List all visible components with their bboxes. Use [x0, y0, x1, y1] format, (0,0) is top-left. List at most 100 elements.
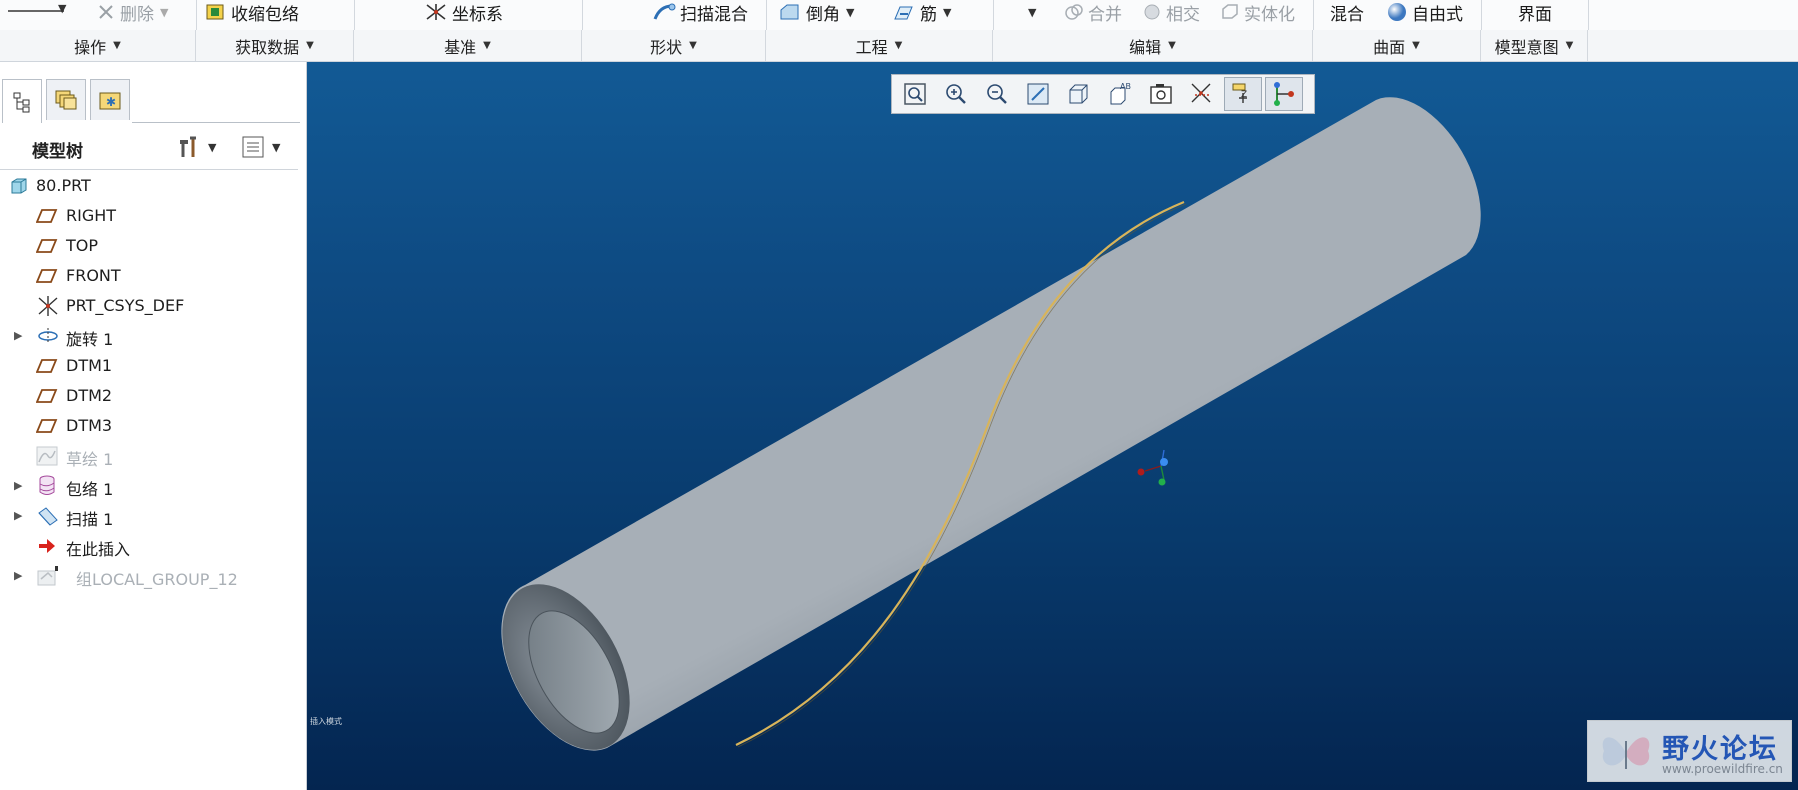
group-get-data[interactable]: 获取数据 ▼	[196, 30, 354, 61]
swept-blend-icon	[653, 3, 676, 20]
tree-item-label: 80.PRT	[36, 176, 91, 195]
display-style-button[interactable]	[1060, 77, 1098, 111]
group-label: 工程	[855, 37, 888, 57]
view-manager-icon	[1150, 84, 1172, 104]
tree-item-label: FRONT	[66, 266, 121, 285]
spin-center-icon: Z	[1232, 83, 1247, 103]
svg-text:AB: AB	[1120, 82, 1131, 91]
chamfer-icon	[780, 4, 799, 20]
blend-button[interactable]: 混合	[1330, 0, 1364, 25]
expand-arrow-icon[interactable]: ▶	[14, 329, 22, 342]
datum-display-button[interactable]	[1183, 77, 1221, 111]
svg-text:Z: Z	[1241, 90, 1247, 100]
tree-item-wrap[interactable]: ▶ 包络 1	[0, 472, 300, 500]
merge-button[interactable]: 合并	[1064, 0, 1122, 25]
sweep-icon	[36, 506, 58, 526]
delete-label: 删除	[120, 4, 154, 25]
datum-plane-icon	[36, 386, 58, 406]
ribbon-group-bar: 操作 ▼ 获取数据 ▼ 基准 ▼ 形状 ▼ 工程 ▼ 编辑 ▼ 曲面 ▼ 模型意图 ▼	[0, 30, 1798, 62]
expand-arrow-icon[interactable]: ▶	[14, 509, 22, 522]
group-engineering[interactable]: 工程 ▼	[766, 30, 993, 61]
tree-item-label: 包络 1	[66, 480, 114, 499]
chamfer-button[interactable]: 倒角 ▼	[778, 0, 854, 25]
saved-orientations-button[interactable]: AB	[1101, 77, 1139, 111]
spin-center-button[interactable]: Z	[1224, 77, 1262, 111]
merge-label: 合并	[1088, 4, 1122, 25]
intersect-button[interactable]: 相交	[1142, 0, 1200, 25]
group-label: 模型意图	[1494, 37, 1559, 57]
swept-blend-button[interactable]: 扫描混合	[652, 0, 748, 25]
wrap-icon	[36, 475, 58, 496]
interface-label: 界面	[1518, 4, 1552, 25]
repaint-icon	[1027, 83, 1049, 105]
coordinate-system-icon	[426, 4, 446, 20]
view-manager-button[interactable]	[1142, 77, 1180, 111]
freestyle-button[interactable]: 自由式	[1386, 0, 1463, 25]
operations-menu-button[interactable]: ▼	[8, 0, 66, 24]
tree-item-root[interactable]: 80.PRT	[0, 172, 300, 200]
zoom-in-icon	[946, 84, 966, 104]
dropdown-arrow-icon: ▼	[894, 40, 903, 51]
layers-icon	[55, 90, 77, 110]
interface-button[interactable]: 界面	[1518, 0, 1552, 25]
layers-tab[interactable]	[46, 79, 86, 120]
dropdown-arrow-icon: ▼	[208, 140, 217, 154]
saved-orientations-icon: AB	[1110, 82, 1131, 105]
tree-item-right[interactable]: RIGHT	[0, 202, 300, 230]
tree-item-sketch[interactable]: 草绘 1	[0, 442, 300, 470]
dropdown-arrow-icon: ▼	[1168, 40, 1176, 51]
tree-item-revolve[interactable]: ▶ 旋转 1	[0, 322, 300, 350]
annotation-display-button[interactable]	[1265, 77, 1303, 111]
coordinate-system-button[interactable]: 坐标系	[424, 0, 503, 25]
expand-arrow-icon[interactable]: ▶	[14, 569, 22, 582]
expand-arrow-icon[interactable]: ▶	[14, 479, 22, 492]
zoom-out-button[interactable]	[978, 77, 1016, 111]
show-list-icon	[242, 136, 264, 158]
repaint-button[interactable]	[1019, 77, 1057, 111]
tree-item-dtm1[interactable]: DTM1	[0, 352, 300, 380]
tree-settings-button[interactable]: ▼	[176, 133, 216, 161]
tree-item-label: 组LOCAL_GROUP_12	[76, 570, 238, 589]
group-datum[interactable]: 基准 ▼	[354, 30, 582, 61]
model-tree-tab[interactable]	[2, 79, 42, 123]
tree-item-top[interactable]: TOP	[0, 232, 300, 260]
zoom-in-button[interactable]	[937, 77, 975, 111]
group-model-intent[interactable]: 模型意图 ▼	[1481, 30, 1588, 61]
group-operations[interactable]: 操作 ▼	[0, 30, 196, 61]
intersect-label: 相交	[1166, 4, 1200, 25]
zoom-out-icon	[987, 84, 1007, 104]
group-shapes[interactable]: 形状 ▼	[582, 30, 766, 61]
datum-plane-icon	[36, 266, 58, 286]
refit-button[interactable]	[896, 77, 934, 111]
tree-item-label: DTM3	[66, 416, 113, 435]
tree-item-label: TOP	[66, 236, 99, 255]
tree-display-button[interactable]: ▼	[240, 133, 280, 161]
spin-center-triad-icon	[1137, 449, 1168, 486]
sketch-icon	[36, 446, 58, 466]
group-icon	[36, 566, 58, 586]
tree-item-sweep[interactable]: ▶ 扫描 1	[0, 502, 300, 530]
tube-model[interactable]	[307, 62, 1798, 790]
tree-item-csys[interactable]: PRT_CSYS_DEF	[0, 292, 300, 320]
graphics-viewport[interactable]: AB Z 插入模式 野火论坛 www.proewildfire.cn	[307, 62, 1798, 790]
tree-item-dtm2[interactable]: DTM2	[0, 382, 300, 410]
delete-button[interactable]: 删除 ▼	[96, 0, 168, 25]
tree-item-front[interactable]: FRONT	[0, 262, 300, 290]
rib-button[interactable]: 筋 ▼	[892, 0, 951, 25]
part-icon	[8, 176, 30, 196]
group-label: 曲面	[1373, 37, 1406, 57]
edit-menu-button[interactable]: ▼	[1022, 0, 1036, 24]
tree-item-label: DTM2	[66, 386, 113, 405]
shrinkwrap-button[interactable]: 收缩包络	[205, 0, 299, 25]
group-label: 操作	[74, 37, 107, 57]
group-surfaces[interactable]: 曲面 ▼	[1313, 30, 1481, 61]
freestyle-label: 自由式	[1412, 4, 1463, 25]
mode-caption: 插入模式	[310, 717, 342, 726]
favorites-tab[interactable]: ✱	[90, 79, 130, 120]
tree-item-local-group[interactable]: ▶ 组LOCAL_GROUP_12	[0, 562, 300, 590]
solidify-button[interactable]: 实体化	[1220, 0, 1295, 25]
tree-item-insert-here[interactable]: 在此插入	[0, 532, 300, 560]
tree-item-label: 旋转 1	[66, 330, 114, 349]
tree-item-dtm3[interactable]: DTM3	[0, 412, 300, 440]
group-editing[interactable]: 编辑 ▼	[993, 30, 1313, 61]
